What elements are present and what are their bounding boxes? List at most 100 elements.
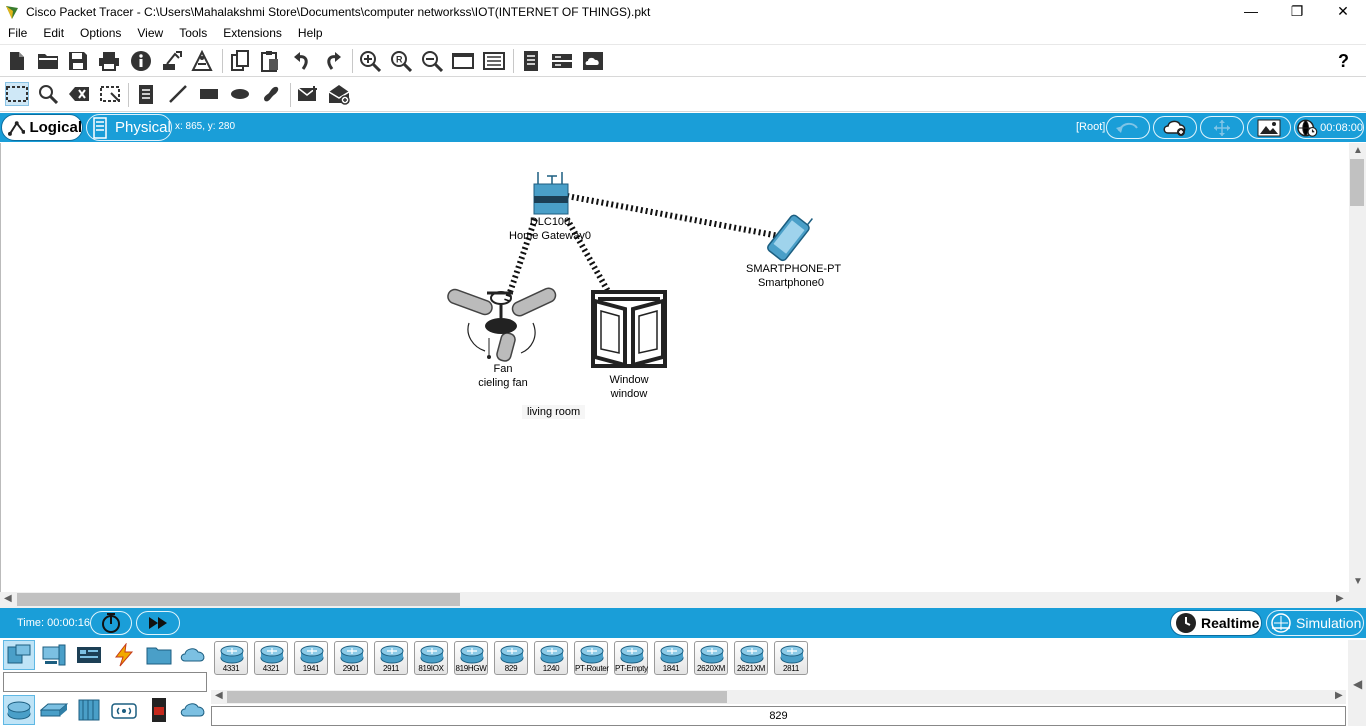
menu-extensions[interactable]: Extensions (215, 26, 290, 40)
ellipse-icon[interactable] (228, 82, 252, 106)
zoom-out-icon[interactable] (420, 49, 444, 73)
menu-tools[interactable]: Tools (171, 26, 215, 40)
move-object-button[interactable] (1200, 116, 1244, 139)
undo-icon[interactable] (290, 49, 314, 73)
menu-file[interactable]: File (0, 26, 35, 40)
ip-config-icon[interactable] (550, 49, 574, 73)
info-icon[interactable] (129, 49, 153, 73)
device-search-input[interactable] (3, 672, 207, 692)
line-icon[interactable] (166, 82, 190, 106)
home-gateway-icon[interactable] (533, 172, 569, 215)
realtime-mode-tab[interactable]: Realtime (1170, 610, 1262, 636)
fast-forward-button[interactable] (136, 611, 180, 635)
device-model-item[interactable]: PT-Empty (614, 641, 648, 675)
canvas-horizontal-scroll-thumb[interactable] (17, 593, 460, 606)
device-model-item[interactable]: 2911 (374, 641, 408, 675)
cloud-icon[interactable] (581, 49, 605, 73)
menu-options[interactable]: Options (72, 26, 129, 40)
redo-icon[interactable] (321, 49, 345, 73)
device-model-item[interactable]: 1941 (294, 641, 328, 675)
switches-icon[interactable] (38, 695, 70, 725)
device-list-scrollbar[interactable]: ◀ ▶ (211, 690, 1346, 704)
help-button[interactable]: ? (1338, 51, 1349, 72)
scroll-right-icon[interactable]: ▶ (1336, 593, 1344, 604)
open-icon[interactable] (36, 49, 60, 73)
save-icon[interactable] (66, 49, 90, 73)
freeform-icon[interactable] (259, 82, 283, 106)
device-model-item[interactable]: 1841 (654, 641, 688, 675)
window-icon[interactable] (591, 290, 667, 368)
set-background-button[interactable] (1247, 116, 1291, 139)
add-simple-pdu-icon[interactable] (296, 82, 320, 106)
wan-emulation-icon[interactable] (177, 695, 209, 725)
device-model-item[interactable]: 2901 (334, 641, 368, 675)
device-list-scroll-thumb[interactable] (227, 691, 727, 703)
collapse-panel-icon[interactable]: ◀ (1353, 677, 1362, 691)
routers-icon[interactable] (3, 695, 35, 725)
viewport-clock-button[interactable]: 00:08:00 (1294, 116, 1364, 139)
logical-workspace-canvas[interactable]: DLC100 Home Gateway0 SMARTPHONE-PT Smart… (0, 143, 1349, 592)
device-model-item[interactable]: PT-Router (574, 641, 609, 675)
tab-logical[interactable]: Logical (1, 114, 83, 141)
canvas-vertical-scroll-thumb[interactable] (1350, 159, 1364, 206)
end-devices-icon[interactable] (38, 640, 70, 670)
device-model-item[interactable]: 4321 (254, 641, 288, 675)
device-model-item[interactable]: 819IOX (414, 641, 448, 675)
panel-collapse-bar[interactable]: ◀ (1348, 640, 1366, 726)
device-model-item[interactable]: 819HGW (454, 641, 488, 675)
minimize-button[interactable]: — (1228, 0, 1274, 22)
device-model-item[interactable]: 829 (494, 641, 528, 675)
resize-icon[interactable] (98, 82, 122, 106)
components-icon[interactable] (73, 640, 105, 670)
root-label[interactable]: [Root] (1076, 121, 1105, 133)
security-icon[interactable] (143, 695, 175, 725)
menu-view[interactable]: View (129, 26, 171, 40)
menu-edit[interactable]: Edit (35, 26, 72, 40)
note-icon[interactable] (134, 82, 158, 106)
activity-wizard-icon[interactable] (190, 49, 214, 73)
viewport-icon[interactable] (519, 49, 543, 73)
custom-device-dialog-icon[interactable] (482, 49, 506, 73)
canvas-note[interactable]: living room (522, 405, 586, 419)
scroll-right-icon[interactable]: ▶ (1335, 690, 1343, 701)
multiuser-icon[interactable] (177, 640, 209, 670)
delete-icon[interactable] (67, 82, 91, 106)
maximize-button[interactable]: ❐ (1274, 0, 1320, 22)
menu-help[interactable]: Help (290, 26, 331, 40)
navigation-back-button[interactable] (1106, 116, 1150, 139)
print-icon[interactable] (97, 49, 121, 73)
paste-icon[interactable] (258, 49, 282, 73)
device-model-item[interactable]: 1240 (534, 641, 568, 675)
inspect-icon[interactable] (36, 82, 60, 106)
device-model-item[interactable]: 2620XM (694, 641, 728, 675)
close-button[interactable]: ✕ (1320, 0, 1366, 22)
device-model-item[interactable]: 2621XM (734, 641, 768, 675)
new-cluster-button[interactable] (1153, 116, 1197, 139)
scroll-up-icon[interactable]: ▲ (1353, 145, 1363, 156)
miscellaneous-icon[interactable] (143, 640, 175, 670)
canvas-horizontal-scrollbar[interactable]: ◀ ▶ (0, 592, 1366, 608)
copy-icon[interactable] (228, 49, 252, 73)
add-complex-pdu-icon[interactable] (327, 82, 351, 106)
rectangle-icon[interactable] (197, 82, 221, 106)
canvas-vertical-scrollbar[interactable]: ▲ ▼ (1349, 143, 1366, 592)
network-wizard-icon[interactable] (160, 49, 184, 73)
scroll-left-icon[interactable]: ◀ (215, 690, 223, 701)
device-model-item[interactable]: 2811 (774, 641, 808, 675)
ceiling-fan-icon[interactable] (446, 286, 558, 362)
new-icon[interactable] (5, 49, 29, 73)
scroll-down-icon[interactable]: ▼ (1353, 576, 1363, 587)
network-devices-icon[interactable] (3, 640, 35, 670)
wireless-icon[interactable] (108, 695, 140, 725)
select-icon[interactable] (5, 82, 29, 106)
tab-physical[interactable]: Physical (86, 114, 172, 141)
drawing-palette-icon[interactable] (451, 49, 475, 73)
device-model-item[interactable]: 4331 (214, 641, 248, 675)
power-cycle-button[interactable] (90, 611, 132, 635)
hubs-icon[interactable] (73, 695, 105, 725)
zoom-in-icon[interactable] (358, 49, 382, 73)
connections-icon[interactable] (108, 640, 140, 670)
zoom-reset-icon[interactable]: R (389, 49, 413, 73)
scroll-left-icon[interactable]: ◀ (4, 593, 12, 604)
simulation-mode-tab[interactable]: Simulation (1266, 610, 1364, 636)
